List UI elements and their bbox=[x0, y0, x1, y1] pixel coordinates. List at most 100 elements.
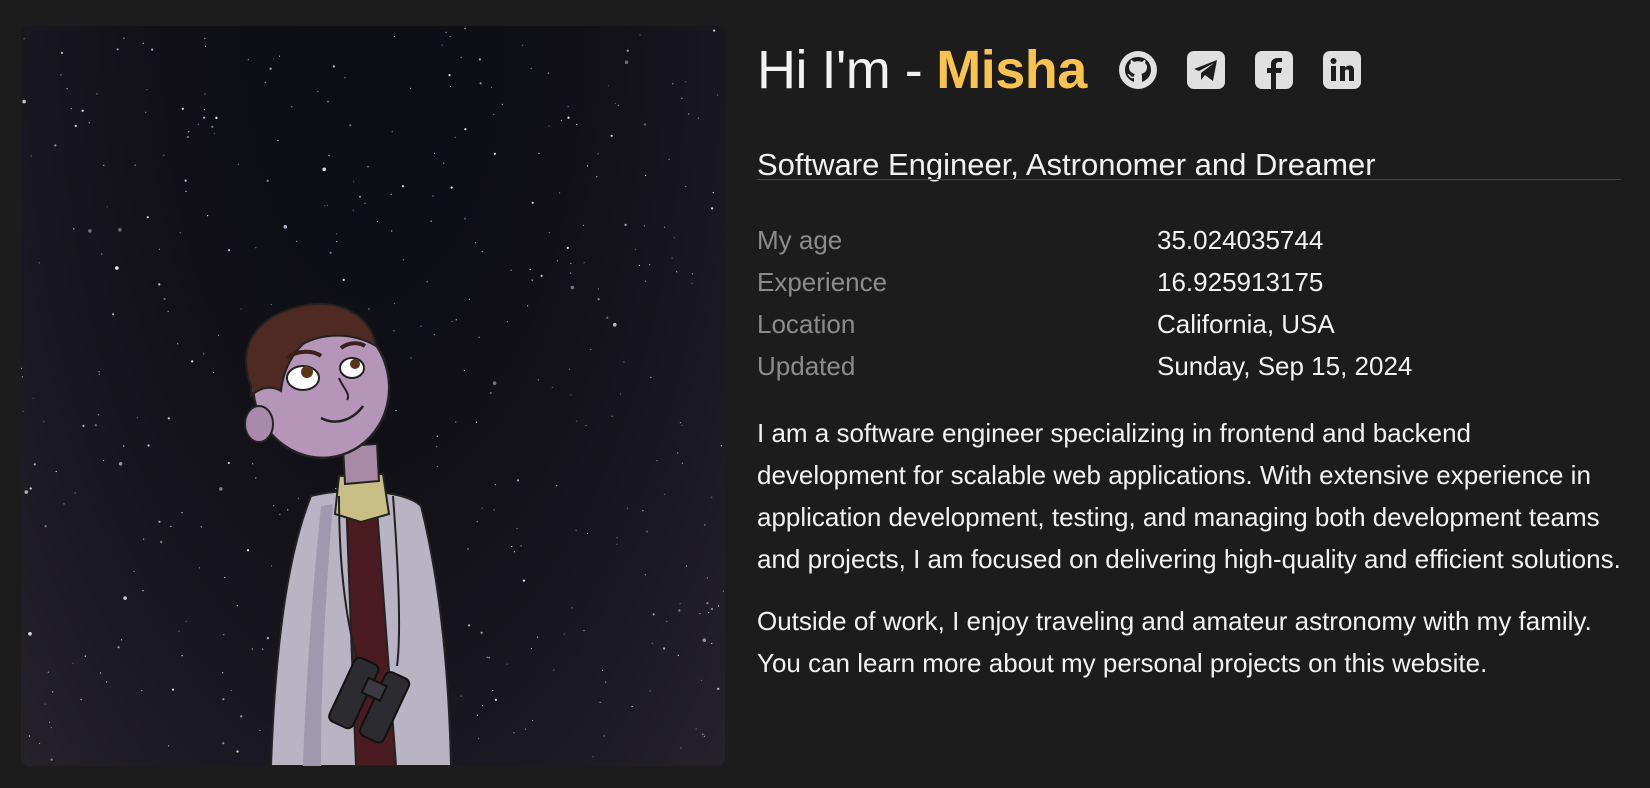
star bbox=[688, 113, 690, 115]
star bbox=[463, 369, 465, 371]
star bbox=[324, 205, 326, 207]
telegram-link[interactable] bbox=[1185, 49, 1227, 91]
star bbox=[72, 662, 74, 664]
star bbox=[184, 179, 187, 182]
star bbox=[445, 31, 447, 33]
facebook-link[interactable] bbox=[1253, 49, 1295, 91]
star bbox=[451, 320, 453, 323]
star bbox=[70, 108, 72, 110]
star bbox=[677, 654, 679, 657]
star bbox=[204, 93, 206, 95]
fact-label: Experience bbox=[757, 267, 888, 297]
star bbox=[556, 484, 558, 487]
star bbox=[537, 379, 539, 381]
star bbox=[489, 391, 492, 395]
star bbox=[106, 206, 108, 208]
star bbox=[82, 424, 85, 427]
star bbox=[246, 549, 250, 552]
star bbox=[186, 135, 189, 139]
star bbox=[44, 525, 47, 528]
star bbox=[349, 124, 352, 127]
star bbox=[599, 701, 601, 704]
character-figure bbox=[244, 303, 453, 766]
star bbox=[443, 162, 445, 164]
star bbox=[553, 669, 555, 671]
star bbox=[449, 85, 452, 88]
star bbox=[597, 298, 600, 301]
star bbox=[559, 192, 561, 194]
greeting-row: Hi I'm - Misha bbox=[757, 40, 1389, 100]
star bbox=[676, 271, 678, 273]
star bbox=[326, 204, 329, 206]
star bbox=[433, 334, 435, 336]
star bbox=[204, 45, 206, 47]
star bbox=[44, 703, 46, 705]
star bbox=[170, 525, 172, 528]
bio: I am a software engineer specializing in… bbox=[757, 412, 1621, 704]
star bbox=[631, 705, 633, 708]
star bbox=[704, 524, 706, 526]
star bbox=[23, 38, 25, 40]
github-link[interactable] bbox=[1117, 49, 1159, 91]
star bbox=[393, 35, 395, 37]
star bbox=[680, 747, 682, 749]
star bbox=[623, 361, 625, 363]
star bbox=[649, 690, 651, 692]
star bbox=[527, 305, 529, 307]
star bbox=[642, 510, 644, 512]
star bbox=[60, 74, 62, 76]
star bbox=[390, 193, 392, 195]
star bbox=[481, 251, 483, 253]
greeting-text: Hi I'm - bbox=[757, 40, 923, 100]
star bbox=[656, 460, 658, 462]
star bbox=[251, 648, 253, 650]
star bbox=[120, 639, 123, 641]
linkedin-link[interactable] bbox=[1321, 49, 1363, 91]
star bbox=[548, 231, 550, 234]
star bbox=[54, 144, 57, 147]
star bbox=[450, 186, 453, 189]
star bbox=[240, 308, 242, 310]
star bbox=[364, 202, 366, 204]
star bbox=[436, 465, 438, 468]
star bbox=[556, 260, 559, 262]
star bbox=[55, 470, 57, 473]
star bbox=[506, 321, 508, 323]
star bbox=[123, 37, 125, 39]
star bbox=[560, 119, 563, 121]
star bbox=[143, 538, 145, 540]
star bbox=[711, 642, 713, 645]
star bbox=[492, 381, 497, 386]
star bbox=[677, 452, 679, 454]
star bbox=[133, 570, 135, 573]
star bbox=[464, 28, 466, 30]
star bbox=[685, 565, 688, 567]
star bbox=[200, 526, 202, 528]
star bbox=[639, 34, 641, 36]
star bbox=[426, 281, 428, 283]
star bbox=[22, 410, 24, 412]
star bbox=[720, 445, 723, 447]
star bbox=[619, 393, 622, 395]
star bbox=[611, 415, 613, 417]
star bbox=[540, 274, 543, 277]
star bbox=[520, 545, 522, 547]
star bbox=[486, 656, 488, 658]
star bbox=[163, 154, 165, 156]
star bbox=[522, 44, 524, 46]
star bbox=[570, 272, 572, 274]
star bbox=[713, 29, 716, 32]
star bbox=[203, 109, 205, 111]
star bbox=[247, 59, 249, 61]
star bbox=[652, 613, 655, 616]
star bbox=[664, 493, 666, 495]
star bbox=[158, 520, 161, 523]
star bbox=[717, 687, 720, 690]
star bbox=[626, 49, 629, 52]
star bbox=[240, 715, 243, 718]
star bbox=[494, 698, 497, 702]
star bbox=[402, 259, 404, 261]
star bbox=[420, 325, 422, 327]
star bbox=[142, 42, 144, 44]
star bbox=[270, 303, 272, 306]
